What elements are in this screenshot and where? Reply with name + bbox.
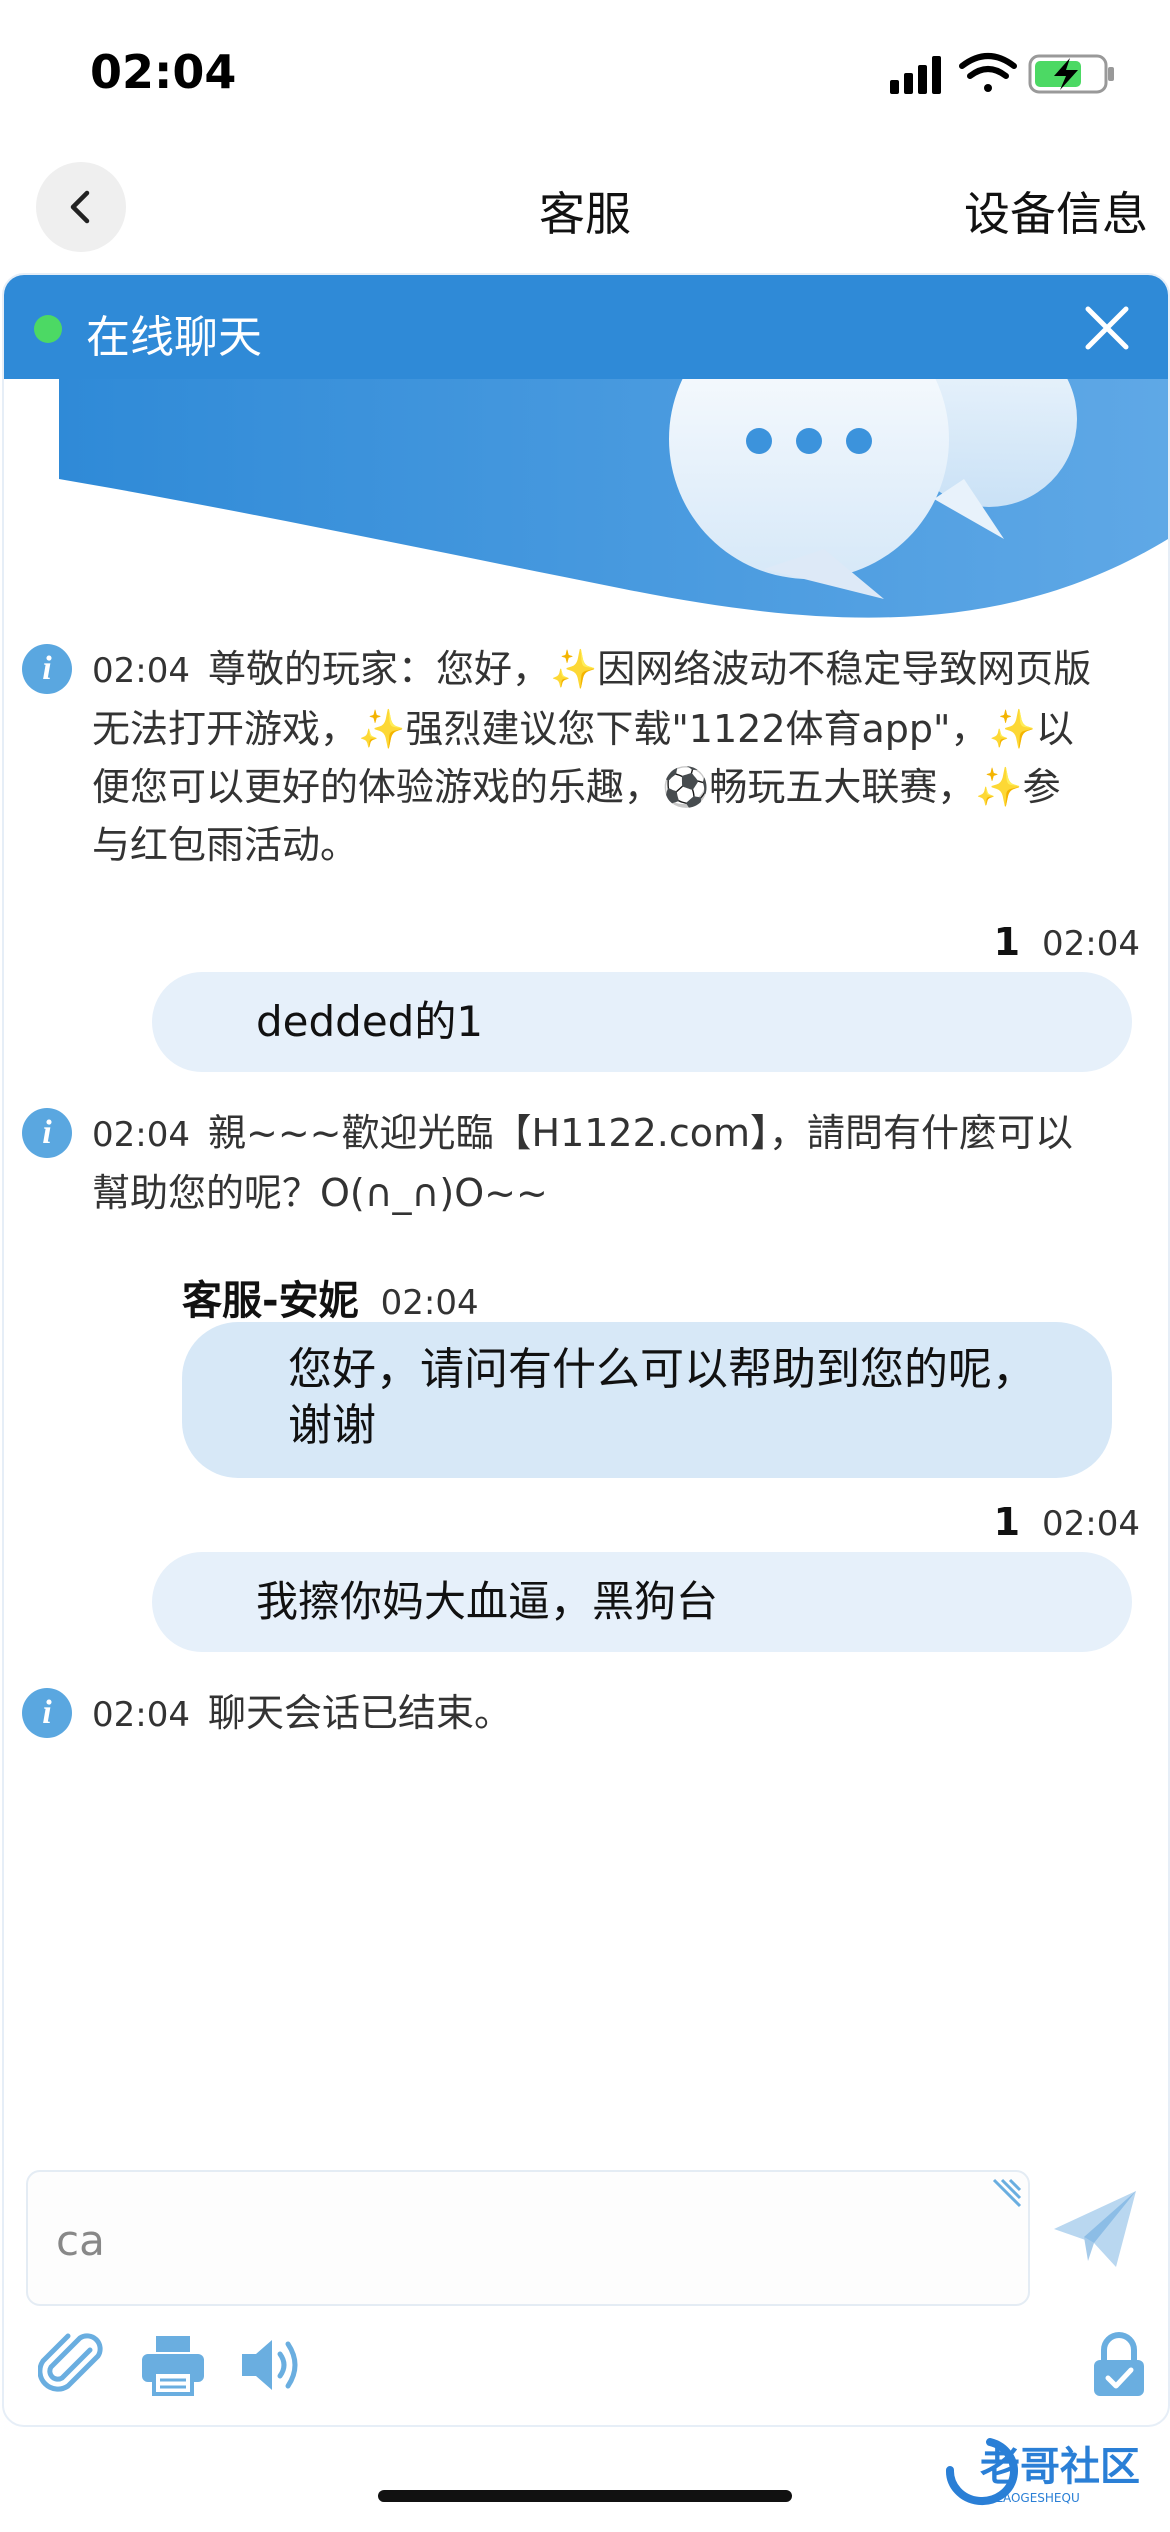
status-icons [890,53,1114,94]
info-icon: i [22,1108,72,1158]
info-icon: i [22,1688,72,1738]
speaker-icon[interactable] [238,2330,308,2400]
message-input-box [26,2170,1030,2306]
chat-header: 在线聊天 [4,275,1168,379]
user-message-meta: 1 02:04 [994,1500,1140,1544]
message-time: 02:04 [92,651,190,691]
sender-name: 1 [993,920,1021,964]
watermark-title: 老哥社区 [980,2444,1140,2490]
device-info-button[interactable]: 设备信息 [964,178,1148,244]
user-message-bubble: 我擦你妈大血逼，黑狗台 [152,1552,1132,1652]
status-bar: 02:04 [0,0,1170,150]
watermark-subtitle: LAOGESHEQU [996,2491,1080,2505]
battery-icon [1028,54,1114,94]
message-time: 02:04 [92,1695,190,1735]
message-time: 02:04 [380,1283,479,1323]
message-text: 聊天会话已结束。 [207,1691,512,1735]
status-time: 02:04 [90,45,237,99]
online-status-dot [34,315,62,343]
user-message-bubble: dedded的1 [152,972,1132,1072]
agent-name: 客服-安妮 [182,1278,359,1324]
user-message-meta: 1 02:04 [994,920,1140,964]
message-time: 02:04 [1042,924,1140,964]
signal-icon [890,56,941,94]
wifi-icon [959,53,1017,92]
close-icon[interactable] [1082,303,1132,353]
nav-bar: 客服 设备信息 [0,150,1170,270]
home-indicator [378,2490,792,2502]
chat-banner [59,379,1168,618]
resize-handle-icon[interactable] [990,2176,1024,2210]
message-text: 親~~~歡迎光臨【H1122.com】，請問有什麼可以幫助您的呢？O(∩_∩)O… [92,1111,1074,1215]
sender-name: 1 [993,1500,1021,1544]
agent-message-bubble: 您好，请问有什么可以帮助到您的呢，谢谢 [182,1322,1112,1478]
agent-message-meta: 客服-安妮 02:04 [182,1268,479,1326]
message-text: 尊敬的玩家：您好，✨因网络波动不稳定导致网页版无法打开游戏，✨强烈建议您下载"1… [92,647,1092,867]
info-icon: i [22,644,72,694]
message-time: 02:04 [92,1115,190,1155]
paperclip-icon[interactable] [38,2330,108,2400]
message-time: 02:04 [1042,1504,1140,1544]
paper-plane-icon[interactable] [1050,2185,1140,2275]
message-input[interactable] [54,2210,978,2270]
watermark-logo: 老哥社区 LAOGESHEQU [945,2438,1140,2506]
lock-icon[interactable] [1084,2330,1154,2400]
chat-title: 在线聊天 [86,312,262,363]
printer-icon[interactable] [138,2330,208,2400]
